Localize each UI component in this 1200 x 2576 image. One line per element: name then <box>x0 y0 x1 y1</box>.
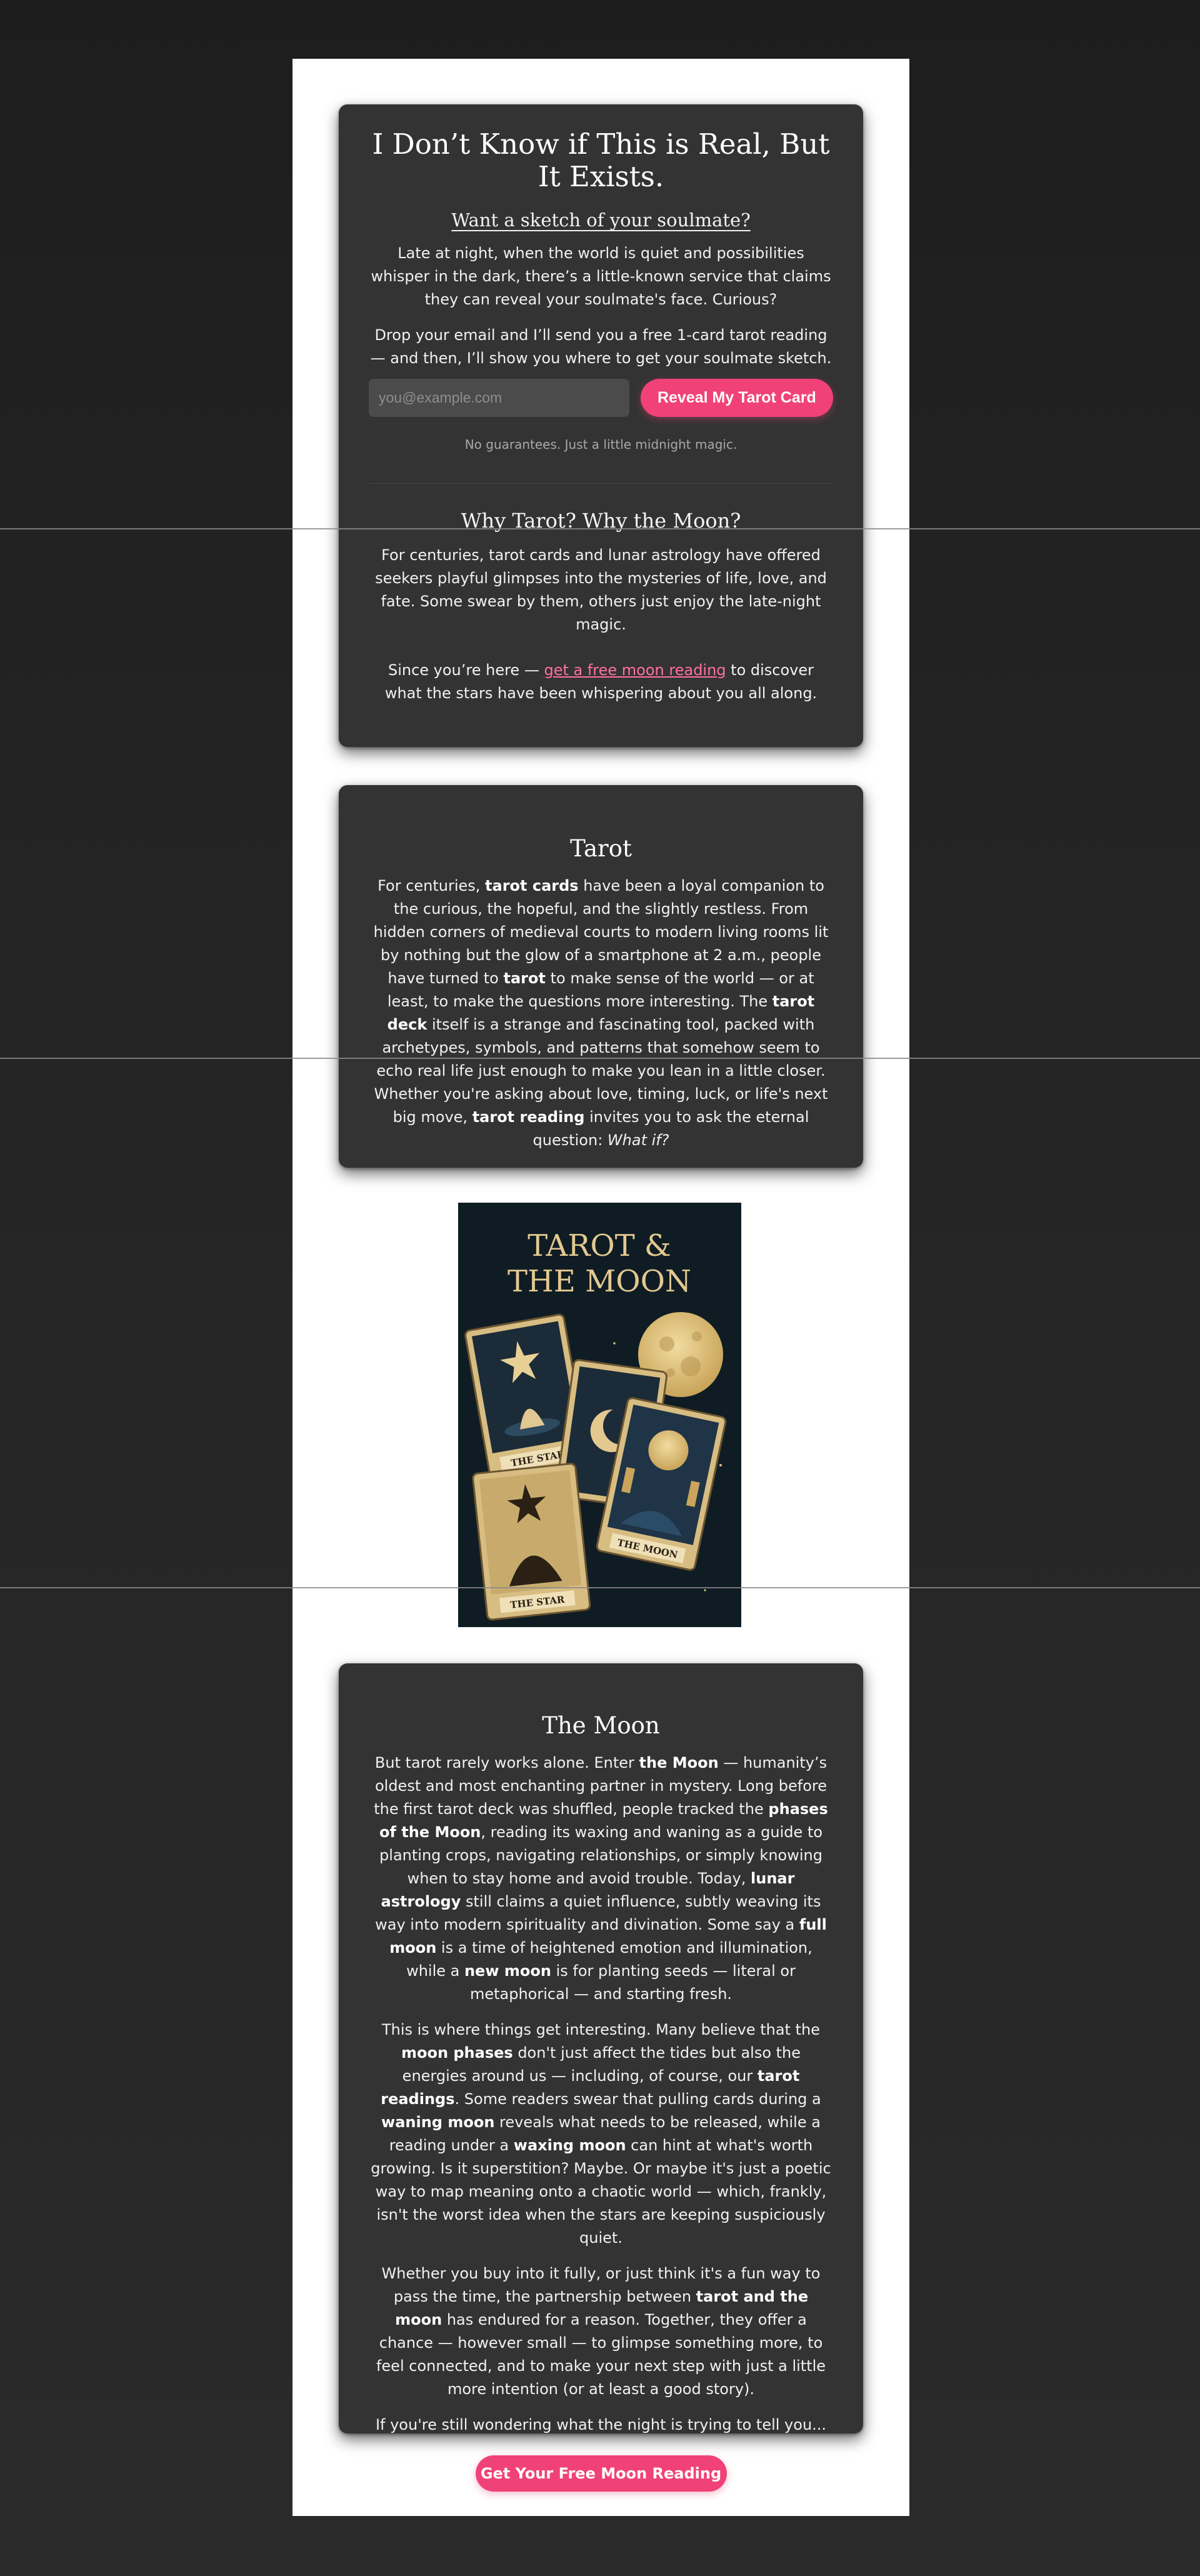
emphasis-text: tarot reading <box>472 1108 585 1126</box>
soulmate-sketch-link[interactable]: Want a sketch of your soulmate? <box>369 209 833 231</box>
hero-card: I Don’t Know if This is Real, But It Exi… <box>339 104 863 747</box>
moon-card: The Moon But tarot rarely works alone. E… <box>339 1663 863 2492</box>
viewport-guide-line <box>0 1058 1200 1059</box>
poster-title-line-2: THE MOON <box>508 1264 691 1299</box>
email-field[interactable] <box>369 379 629 417</box>
moon-heading: The Moon <box>542 1712 660 1739</box>
reveal-tarot-card-button[interactable]: Reveal My Tarot Card <box>640 379 833 417</box>
page-container: I Don’t Know if This is Real, But It Exi… <box>292 59 909 2516</box>
text-segment: . Some readers swear that pulling cards … <box>454 2090 821 2108</box>
emphasis-text: moon phases <box>401 2044 513 2062</box>
email-signup-form: Reveal My Tarot Card <box>369 379 833 417</box>
viewport-guide-line <box>0 528 1200 529</box>
emphasis-text: new moon <box>464 1962 551 1980</box>
emphasis-text: waxing moon <box>513 2137 626 2154</box>
text-segment: If you're still wondering what the night… <box>375 2416 827 2433</box>
hero-intro-text: Late at night, when the world is quiet a… <box>371 244 831 308</box>
tarot-card: Tarot For centuries, tarot cards have be… <box>339 785 863 1168</box>
moon-paragraph-3: Whether you buy into it fully, or just t… <box>369 2262 833 2401</box>
moon-paragraph-4: If you're still wondering what the night… <box>369 2413 833 2437</box>
star-card-bottom-graphic: THE STAR <box>472 1463 591 1621</box>
emphasis-text: tarot <box>503 970 546 987</box>
moon-reading-invite: Since you’re here — get a free moon read… <box>369 659 833 705</box>
tarot-and-moon-illustration: TAROT & THE MOON THE STAR THE MOON THE S… <box>458 1203 741 1627</box>
hero-offer-text: Drop your email and I’ll send you a free… <box>370 326 832 367</box>
section-divider <box>369 483 833 484</box>
italic-text: What if? <box>607 1131 669 1149</box>
why-paragraph: For centuries, tarot cards and lunar ast… <box>375 546 827 633</box>
tarot-heading: Tarot <box>570 835 632 862</box>
moon-paragraph-2: This is where things get interesting. Ma… <box>369 2018 833 2250</box>
invite-prefix: Since you’re here — <box>388 661 544 679</box>
text-segment: But tarot rarely works alone. Enter <box>374 1754 639 1772</box>
text-segment: For centuries, <box>378 877 486 895</box>
emphasis-text: waning moon <box>381 2113 495 2131</box>
viewport-guide-line <box>0 1587 1200 1588</box>
disclaimer-note: No guarantees. Just a little midnight ma… <box>464 437 738 452</box>
emphasis-text: tarot cards <box>485 877 579 895</box>
free-moon-reading-link[interactable]: get a free moon reading <box>544 661 726 679</box>
page-title: I Don’t Know if This is Real, But It Exi… <box>372 128 830 193</box>
tarot-paragraph: For centuries, tarot cards have been a l… <box>369 875 833 1152</box>
free-moon-reading-button[interactable]: Get Your Free Moon Reading <box>475 2455 727 2492</box>
text-segment: has endured for a reason. Together, they… <box>376 2311 826 2398</box>
text-segment: This is where things get interesting. Ma… <box>381 2021 821 2038</box>
poster-title-line-1: TAROT & <box>528 1228 671 1263</box>
moon-paragraph-1: But tarot rarely works alone. Enter the … <box>369 1752 833 2006</box>
poster-artwork: TAROT & THE MOON THE STAR THE MOON THE S… <box>458 1203 741 1627</box>
emphasis-text: the Moon <box>639 1754 719 1772</box>
